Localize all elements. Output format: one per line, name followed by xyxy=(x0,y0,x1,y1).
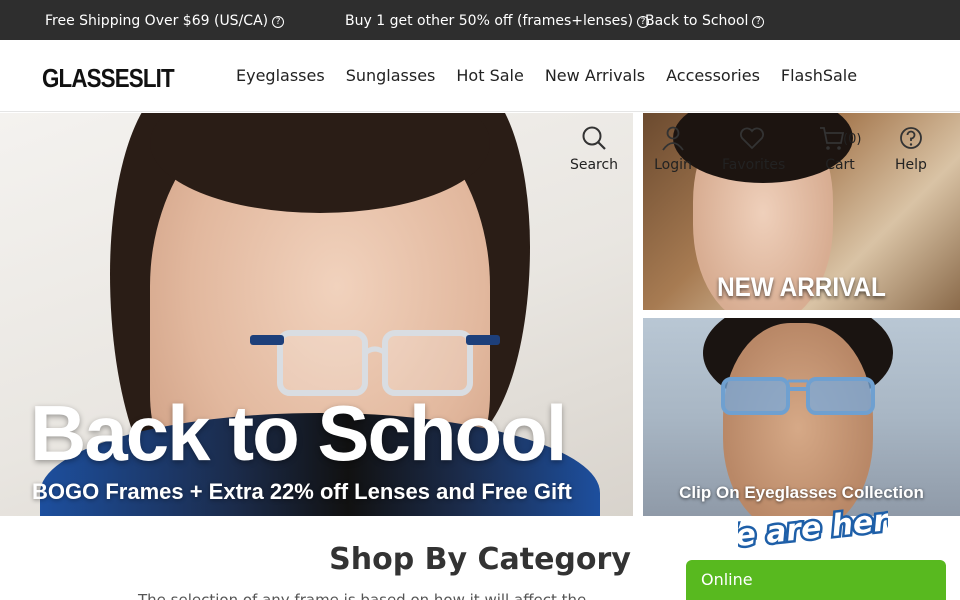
site-logo[interactable]: GLASSESLIT xyxy=(42,64,175,92)
sunglasses-illustration xyxy=(721,377,875,415)
banner-clip-on[interactable]: Clip On Eyeglasses Collection xyxy=(643,318,960,516)
hero-title: Back to School xyxy=(30,389,567,477)
promo-back-to-school[interactable]: Back to School? xyxy=(645,11,765,31)
main-nav: Eyeglasses Sunglasses Hot Sale New Arriv… xyxy=(236,65,878,87)
help-circle-icon[interactable]: ? xyxy=(752,16,765,28)
promo-bogo[interactable]: Buy 1 get other 50% off (frames+lenses)? xyxy=(345,11,650,31)
help-icon xyxy=(900,127,922,149)
chat-status-label: Online xyxy=(701,570,753,589)
live-chat-bar[interactable]: Online xyxy=(686,560,946,600)
chat-we-are-here-badge[interactable]: We are here! xyxy=(738,488,888,560)
site-header: GLASSESLIT Eyeglasses Sunglasses Hot Sal… xyxy=(0,40,960,112)
search-icon xyxy=(582,126,606,150)
help-label: Help xyxy=(895,157,927,173)
nav-item-eyeglasses[interactable]: Eyeglasses xyxy=(236,65,325,87)
promo-free-shipping-label: Free Shipping Over $69 (US/CA) xyxy=(45,13,269,29)
cart-button[interactable]: (0) Cart xyxy=(810,124,870,174)
heart-icon xyxy=(740,127,764,150)
banner-new-arrival-label: NEW ARRIVAL xyxy=(717,272,886,302)
section-description: The selection of any frame is based on h… xyxy=(138,591,587,600)
cart-count: (0) xyxy=(843,132,862,147)
hero-subtitle: BOGO Frames + Extra 22% off Lenses and F… xyxy=(32,479,572,504)
cart-icon xyxy=(820,127,845,150)
nav-item-sunglasses[interactable]: Sunglasses xyxy=(346,65,436,87)
help-circle-icon[interactable]: ? xyxy=(272,16,285,28)
favorites-button[interactable]: Favorites xyxy=(722,124,786,174)
search-button[interactable]: Search xyxy=(564,124,624,174)
help-button[interactable]: Help xyxy=(881,124,941,174)
nav-item-new-arrivals[interactable]: New Arrivals xyxy=(545,65,645,87)
promo-bar: Free Shipping Over $69 (US/CA)? Buy 1 ge… xyxy=(0,0,960,40)
nav-item-accessories[interactable]: Accessories xyxy=(666,65,760,87)
chat-badge-text: We are here! xyxy=(738,500,888,558)
promo-back-to-school-label: Back to School xyxy=(645,13,749,29)
promo-bogo-label: Buy 1 get other 50% off (frames+lenses) xyxy=(345,13,634,29)
nav-item-flashsale[interactable]: FlashSale xyxy=(781,65,857,87)
favorites-label: Favorites xyxy=(722,157,786,173)
login-button[interactable]: Login xyxy=(643,124,703,174)
search-label: Search xyxy=(569,157,619,173)
user-icon xyxy=(662,126,684,151)
login-label: Login xyxy=(654,157,692,173)
promo-free-shipping[interactable]: Free Shipping Over $69 (US/CA)? xyxy=(45,11,285,31)
nav-item-hot-sale[interactable]: Hot Sale xyxy=(456,65,523,87)
cart-label: Cart xyxy=(825,157,855,173)
